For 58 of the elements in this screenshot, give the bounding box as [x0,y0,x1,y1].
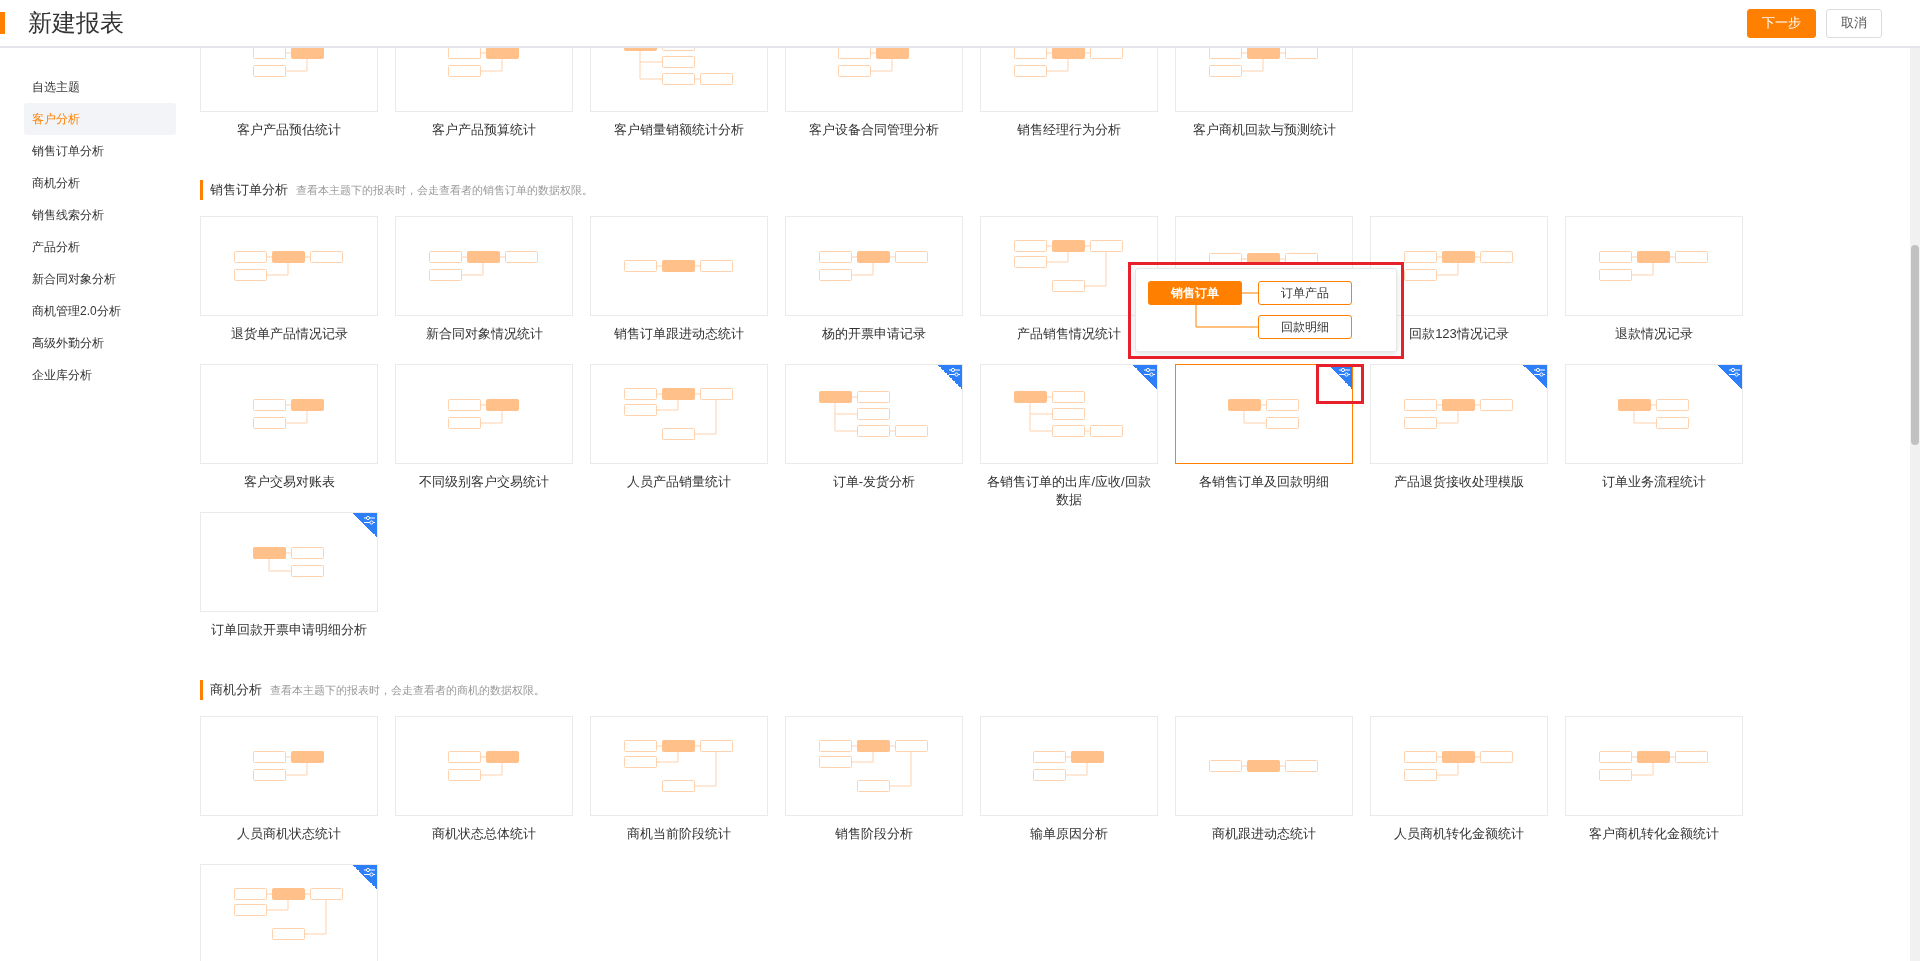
card-title: 退款情况记录 [1614,325,1694,343]
sliders-icon [1729,367,1740,377]
card-title: 人员商机状态统计 [236,825,342,843]
cancel-button[interactable]: 取消 [1826,8,1882,38]
card-title: 销售经理行为分析 [1016,121,1122,139]
card-title: 商机跟进动态统计 [1211,825,1317,843]
card-title: 客户设备合同管理分析 [808,121,940,139]
card-title: 客户产品预估统计 [236,121,342,139]
sliders-icon [949,367,960,377]
card-title: 订单-发货分析 [831,473,917,491]
sidebar-item[interactable]: 高级外勤分析 [24,327,176,359]
child-node: 回款明细 [1258,315,1352,339]
root-node: 销售订单 [1148,281,1242,305]
sliders-icon [1339,367,1350,377]
card-title: 杨的开票申请记录 [821,325,927,343]
card-title: 销售订单跟进动态统计 [613,325,745,343]
sidebar-item[interactable]: 企业库分析 [24,359,176,391]
card-title: 人员商机转化金额统计 [1393,825,1525,843]
child-node: 订单产品 [1258,281,1352,305]
card-title: 产品退货接收处理模版 [1393,473,1525,491]
section-description: 查看本主题下的报表时，会走查看者的商机的数据权限。 [270,682,545,698]
sidebar-item[interactable]: 新合同对象分析 [24,263,176,295]
page-title: 新建报表 [28,8,125,38]
card-title: 销售阶段分析 [834,825,914,843]
card-title: 客户销量销额统计分析 [613,121,745,139]
card-title: 订单回款开票申请明细分析 [210,621,368,639]
card-title: 各销售订单及回款明细 [1198,473,1330,491]
card-title: 产品销售情况统计 [1016,325,1122,343]
card-title: 客户产品预算统计 [431,121,537,139]
card-title: 新合同对象情况统计 [424,325,544,343]
card-title: 客户商机回款与预测统计 [1191,121,1337,139]
sliders-icon [364,515,375,525]
sliders-icon [364,867,375,877]
sliders-icon [1144,367,1155,377]
section-description: 查看本主题下的报表时，会走查看者的销售订单的数据权限。 [296,182,593,198]
sidebar-item[interactable]: 商机管理2.0分析 [24,295,176,327]
section-title: 商机分析 [210,681,262,699]
sidebar-item[interactable]: 商机分析 [24,167,176,199]
sliders-icon [1534,367,1545,377]
card-title: 各销售订单的出库/应收/回款数据 [986,473,1152,509]
card-title: 客户交易对账表 [242,473,336,491]
card-title: 客户商机转化金额统计 [1588,825,1720,843]
card-title: 商机状态总体统计 [431,825,537,843]
card-title: 商机当前阶段统计 [626,825,732,843]
sidebar-item[interactable]: 销售订单分析 [24,135,176,167]
card-title: 退货单产品情况记录 [229,325,349,343]
title-accent [0,12,5,34]
card-title: 回款123情况记录 [1408,325,1510,343]
sidebar-item[interactable]: 销售线索分析 [24,199,176,231]
card-title: 人员产品销量统计 [626,473,732,491]
sidebar-item[interactable]: 产品分析 [24,231,176,263]
card-title: 不同级别客户交易统计 [418,473,550,491]
card-title: 输单原因分析 [1029,825,1109,843]
sidebar-item[interactable]: 自选主题 [24,71,176,103]
card-title: 订单业务流程统计 [1601,473,1707,491]
scrollbar-thumb[interactable] [1911,245,1919,445]
section-title: 销售订单分析 [210,181,288,199]
report-card[interactable] [1175,364,1353,464]
